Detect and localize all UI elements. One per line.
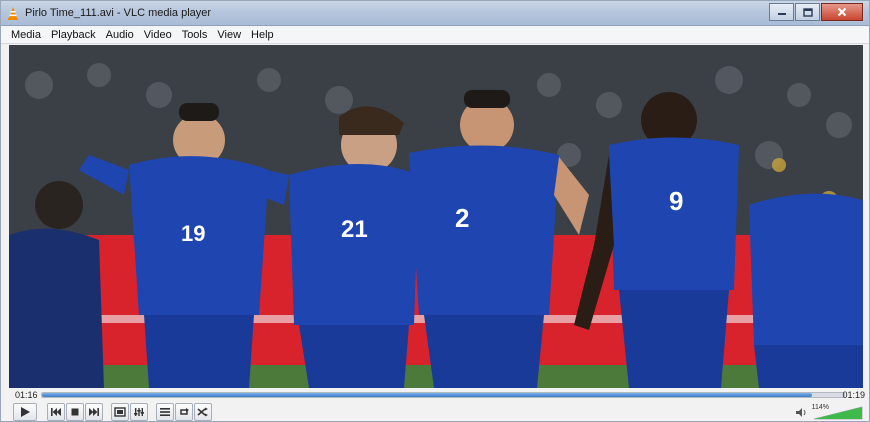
minimize-button[interactable] xyxy=(769,3,794,21)
jersey-number-19: 19 xyxy=(181,221,205,246)
seek-bar[interactable] xyxy=(41,392,845,398)
total-time: 01:19 xyxy=(842,390,865,400)
vlc-window: Pirlo Time_111.avi - VLC media player Me… xyxy=(0,0,870,422)
seek-row: 01:16 01:19 xyxy=(1,389,869,401)
close-icon xyxy=(837,7,847,17)
menu-tools[interactable]: Tools xyxy=(182,29,208,41)
play-button[interactable] xyxy=(13,403,37,421)
loop-icon xyxy=(180,408,189,415)
vlc-cone-icon xyxy=(8,7,18,20)
shuffle-icon xyxy=(197,407,208,417)
volume-slider[interactable] xyxy=(813,406,863,420)
menu-bar: Media Playback Audio Video Tools View He… xyxy=(1,27,869,44)
menu-view[interactable]: View xyxy=(217,29,241,41)
seek-progress xyxy=(42,393,812,397)
next-icon xyxy=(89,408,99,416)
next-button[interactable] xyxy=(85,403,103,421)
minimize-icon xyxy=(777,13,786,15)
video-display[interactable]: 19 21 2 9 xyxy=(9,45,863,388)
window-controls xyxy=(768,3,863,21)
player-right xyxy=(749,193,863,388)
window-title: Pirlo Time_111.avi - VLC media player xyxy=(25,7,212,19)
previous-icon xyxy=(51,408,61,416)
extended-settings-button[interactable] xyxy=(130,403,148,421)
shuffle-button[interactable] xyxy=(194,403,212,421)
menu-media[interactable]: Media xyxy=(11,29,41,41)
jersey-number-21: 21 xyxy=(341,216,368,243)
play-icon xyxy=(21,407,30,417)
stop-icon xyxy=(71,408,79,416)
elapsed-time: 01:16 xyxy=(15,390,38,400)
menu-playback[interactable]: Playback xyxy=(51,29,96,41)
playlist-button[interactable] xyxy=(156,403,174,421)
jersey-number-2: 2 xyxy=(455,203,469,233)
maximize-button[interactable] xyxy=(795,3,820,21)
playlist-icon xyxy=(160,408,170,416)
control-bar: 114% xyxy=(1,403,869,422)
loop-button[interactable] xyxy=(175,403,193,421)
stop-button[interactable] xyxy=(66,403,84,421)
extended-settings-icon xyxy=(134,408,144,416)
previous-button[interactable] xyxy=(47,403,65,421)
fullscreen-icon xyxy=(114,407,126,417)
video-frame: 19 21 2 9 xyxy=(9,45,863,388)
menu-audio[interactable]: Audio xyxy=(106,29,134,41)
menu-video[interactable]: Video xyxy=(144,29,172,41)
jersey-number-9: 9 xyxy=(669,186,683,216)
close-button[interactable] xyxy=(821,3,863,21)
fullscreen-button[interactable] xyxy=(111,403,129,421)
title-bar[interactable]: Pirlo Time_111.avi - VLC media player xyxy=(1,1,869,26)
menu-help[interactable]: Help xyxy=(251,29,274,41)
maximize-icon xyxy=(802,7,813,17)
speaker-icon[interactable] xyxy=(795,407,807,418)
